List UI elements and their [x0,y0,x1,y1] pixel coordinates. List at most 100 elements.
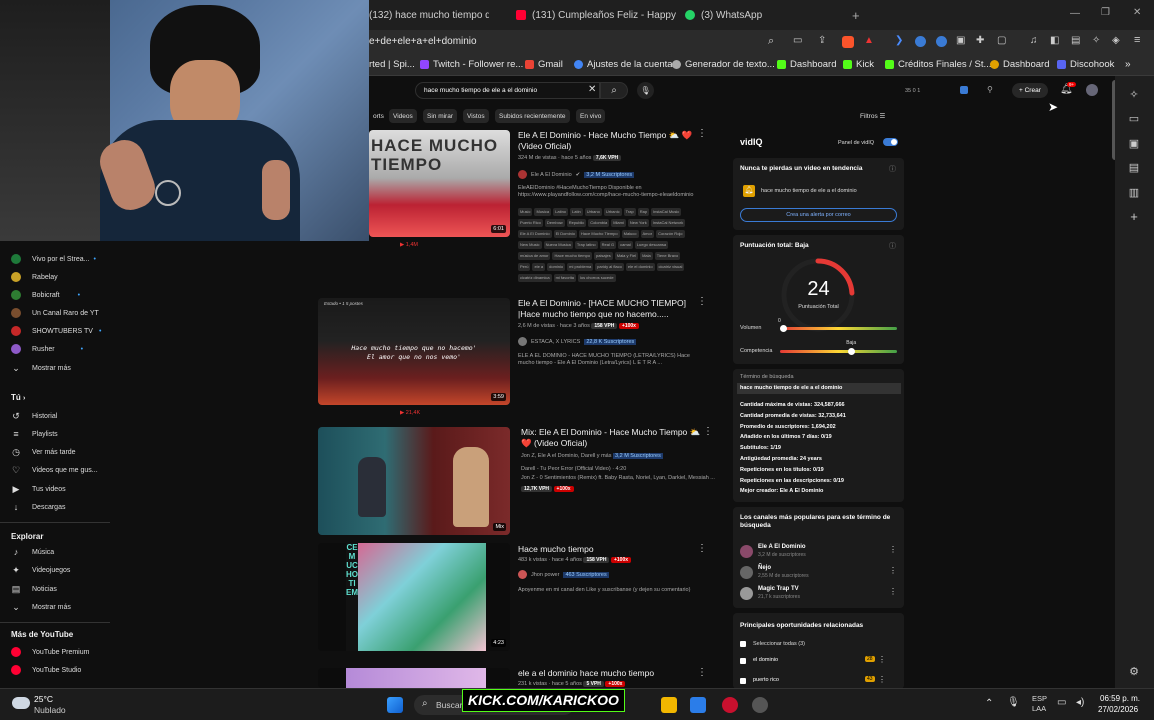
clear-icon[interactable]: ✕ [588,84,596,95]
sidebar-item-studio[interactable]: YouTube Studio [0,661,110,679]
sidebar-item-playlists[interactable]: ≡ Playlists [0,425,110,443]
create-alert-button[interactable]: Crea una alerta por correo [740,208,897,222]
sidebar-sub[interactable]: Rabelay [0,268,110,286]
chip-videos[interactable]: Videos [389,109,417,123]
channel-row[interactable]: Ele A El Dominio ✔ 3,2 M Suscriptores [518,170,635,179]
bookmark[interactable]: Créditos Finales / St... [885,59,991,70]
network-icon[interactable]: ▭ [1057,697,1066,708]
ai-icon[interactable]: ✧ [1092,35,1100,46]
bookmark[interactable]: Gmail [525,59,563,70]
gear-icon[interactable]: ⚙ [1127,665,1141,679]
tab-cumpleanos[interactable]: (131) Cumpleaños Feliz - Happy Birt [516,4,676,26]
sidebar-sub[interactable]: Bobicraft • [0,286,110,304]
language-label[interactable]: LAA [1032,704,1046,713]
sidebar-item-history[interactable]: ↺ Historial [0,407,110,425]
app-icon[interactable] [722,697,738,713]
clock-time[interactable]: 06:59 p. m. [1100,694,1140,703]
zoom-icon[interactable]: ⌕ [768,35,774,48]
obs-icon[interactable] [752,697,768,713]
extension-icon[interactable] [915,36,926,47]
more-options-icon[interactable]: ⋮ [889,545,897,554]
sidebar-item-premium[interactable]: YouTube Premium [0,643,110,661]
bookmark[interactable]: Ajustes de la cuenta [574,59,673,70]
extension-icon[interactable]: ▢ [997,35,1006,46]
chip-shorts[interactable]: orts [369,109,388,123]
show-more-button[interactable]: ⌄ Mostrar más [0,359,110,377]
bell-icon[interactable]: ⚲ [987,85,993,94]
vpn-icon[interactable]: ◈ [1112,35,1120,46]
menu-icon[interactable]: ≡ [1134,34,1140,46]
chip-unwatched[interactable]: Sin mirar [423,109,458,123]
music-icon[interactable]: ♫ [1030,35,1038,46]
url-field[interactable]: e+de+ele+a+el+dominio [369,36,477,47]
extension-icon[interactable]: ❯ [895,35,903,46]
video-thumbnail[interactable]: Estado • 1 5 postes Hace mucho tiempo qu… [318,298,510,405]
video-title[interactable]: Mix: Ele A El Dominio - Hace Mucho Tiemp… [521,427,711,449]
wallet-icon[interactable]: ▤ [1071,35,1080,46]
more-options-icon[interactable]: ⋮ [697,667,707,678]
file-explorer-icon[interactable] [661,697,677,713]
opportunity-checkbox[interactable] [740,678,746,684]
brave-rewards-icon[interactable]: ▲ [864,35,874,46]
bookmark[interactable]: Dashboard [990,59,1049,70]
reading-list-icon[interactable]: ▥ [1127,186,1141,200]
video-thumbnail[interactable]: CE MUCHO TIEM 4:23 [318,543,510,651]
volume-icon[interactable]: ◂) [1076,697,1084,708]
windows-start-icon[interactable] [387,697,403,713]
search-button[interactable]: ⌕ [600,82,628,99]
avatar[interactable] [1086,84,1098,96]
create-button[interactable]: + Crear [1012,83,1048,98]
select-all-checkbox[interactable] [740,641,746,647]
sidebar-item-music[interactable]: ♪ Música [0,543,110,561]
bookmarks-icon[interactable]: ▤ [1127,161,1141,175]
video-title[interactable]: Ele A El Dominio - [HACE MUCHO TIEMPO] |… [518,298,708,320]
video-thumbnail[interactable]: Mix [318,427,510,535]
channel-row[interactable]: Ele A El Dominio 3,2 M de suscriptores ⋮ [740,543,900,564]
bookmark[interactable]: Generador de texto... [672,59,775,70]
chip-watched[interactable]: Vistos [463,109,489,123]
clock-date[interactable]: 27/02/2026 [1098,705,1138,714]
more-options-icon[interactable]: ⋮ [703,426,713,437]
sidebar-sub[interactable]: Un Canal Raro de YT [0,304,110,322]
tab-whatsapp[interactable]: (3) WhatsApp [685,4,845,26]
mic-icon[interactable]: 🎙 [1007,697,1020,708]
bookmark[interactable]: Dashboard [777,59,836,70]
info-icon[interactable]: ⓘ [889,241,896,251]
plus-icon[interactable]: + [1127,210,1141,224]
weather-temp[interactable]: 25°C [34,694,53,704]
video-title[interactable]: Hace mucho tiempo [518,544,708,555]
filters-button[interactable]: Filtros ☰ [860,112,885,120]
language-label[interactable]: ESP [1032,694,1047,703]
video-title[interactable]: Ele A El Dominio - Hace Mucho Tiempo ⛅ ❤… [518,130,708,152]
video-title[interactable]: ele a el dominio hace mucho tiempo [518,668,708,679]
more-options-icon[interactable]: ⋮ [697,128,707,139]
chip-recent[interactable]: Subidos recientemente [495,109,570,123]
vidiq-icon[interactable] [960,86,968,94]
more-bookmarks-icon[interactable]: » [1125,59,1131,70]
ai-icon[interactable]: ✧ [1127,88,1141,102]
sidebar-sub[interactable]: Vivo por el Strea... • [0,250,110,268]
video-thumbnail[interactable] [318,668,510,688]
sidebar-toggle-icon[interactable]: ◧ [1050,35,1059,46]
search-input[interactable]: hace mucho tiempo de ele a el dominio ✕ [415,82,600,99]
app-icon[interactable] [690,697,706,713]
maximize-button[interactable]: ❐ [1101,7,1110,18]
more-options-icon[interactable]: ⋮ [878,675,886,684]
more-options-icon[interactable]: ⋮ [697,296,707,307]
sidebar-sub[interactable]: Rusher • [0,340,110,358]
chevron-up-icon[interactable]: ⌃ [985,698,993,709]
you-header[interactable]: Tú › [11,393,25,402]
extension-icon[interactable]: ▣ [956,35,965,46]
channel-row[interactable]: Jhon power 463 Suscriptores [518,570,609,579]
sidebar-item-liked[interactable]: ♡ Videos que me gus... [0,461,110,479]
more-options-icon[interactable]: ⋮ [697,543,707,554]
cast-icon[interactable]: ▭ [793,35,802,46]
new-tab-button[interactable]: + [852,4,860,26]
bookmark[interactable]: Twitch - Follower re... [420,59,523,70]
bookmark[interactable]: rted | Spi... [369,59,415,70]
more-options-icon[interactable]: ⋮ [889,566,897,575]
sidebar-item-your-videos[interactable]: ▶ Tus videos [0,480,110,498]
sidebar-item-news[interactable]: ▤ Noticias [0,580,110,598]
weather-text[interactable]: Nublado [34,705,66,715]
extension-icon[interactable] [936,36,947,47]
